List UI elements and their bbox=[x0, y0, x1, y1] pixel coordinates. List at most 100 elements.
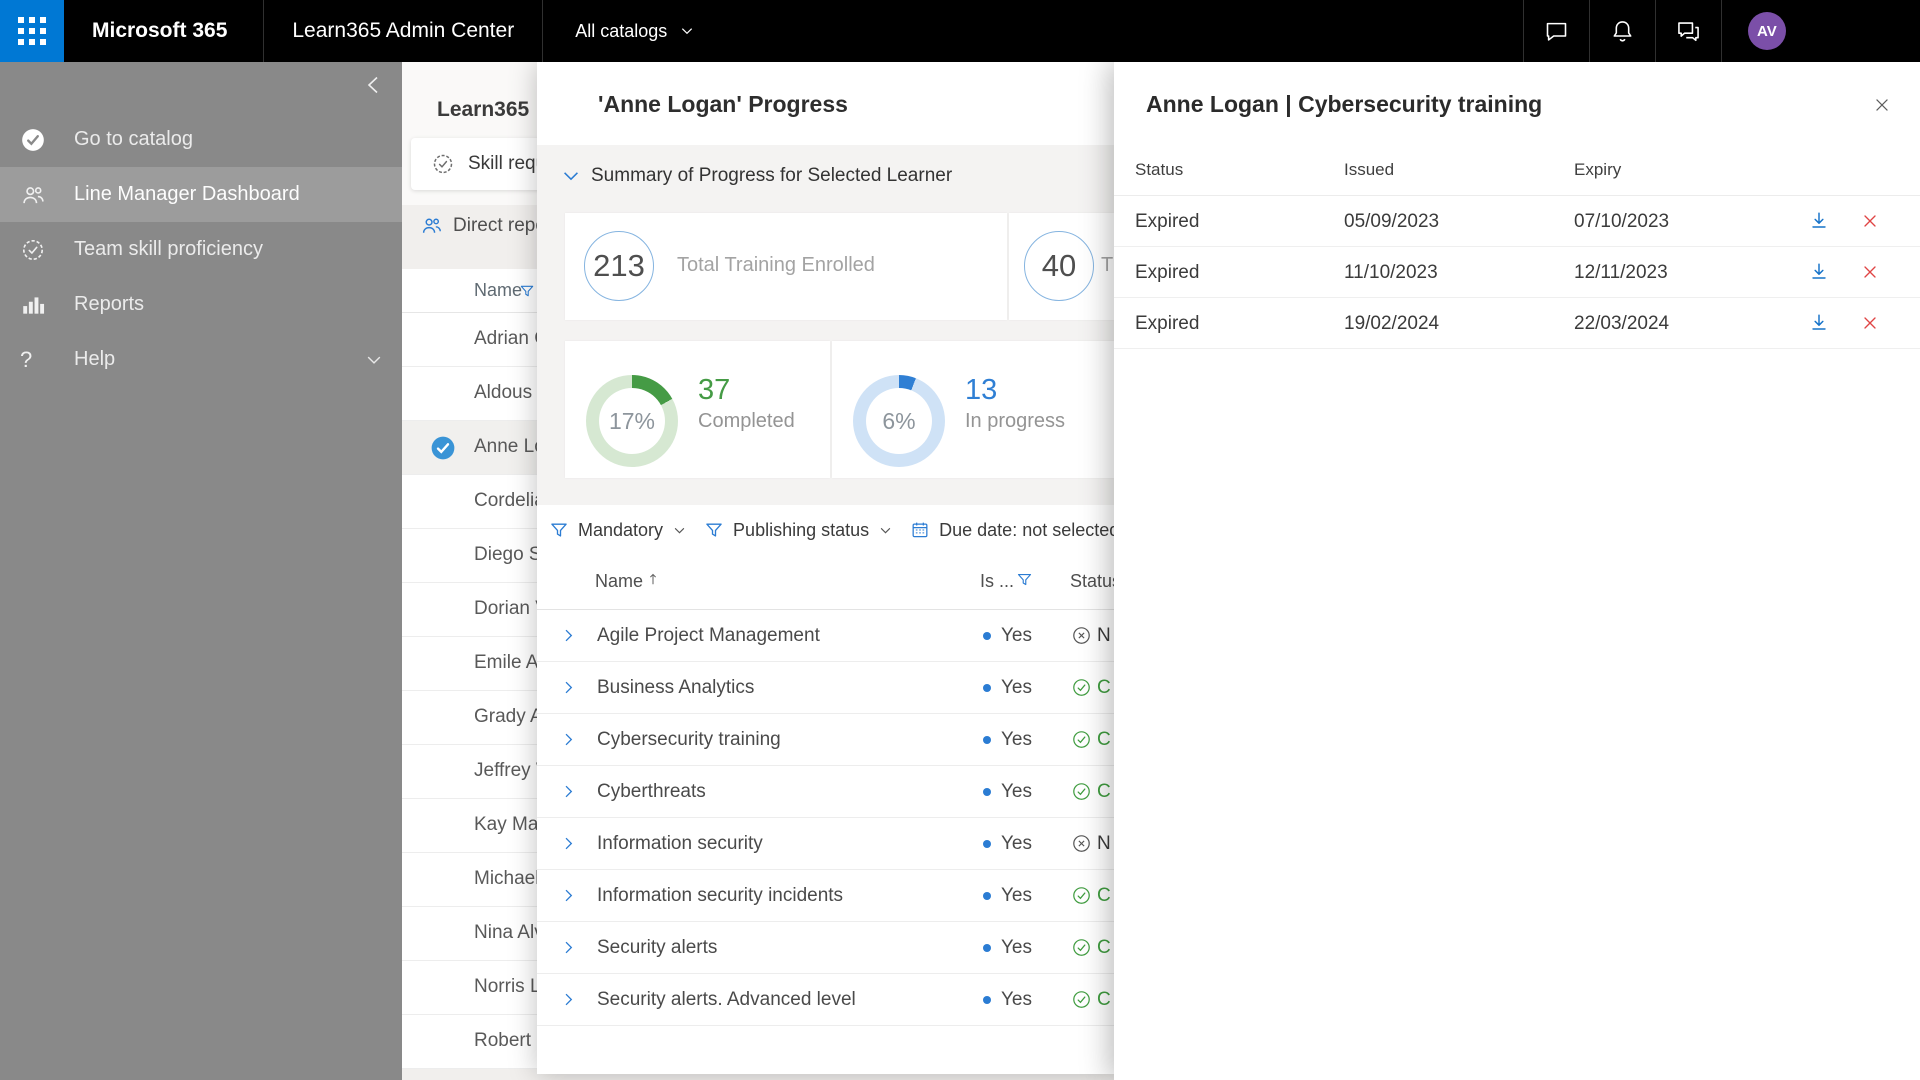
feedback-button[interactable] bbox=[1656, 0, 1721, 62]
status-completed-icon bbox=[1071, 989, 1092, 1010]
status-label: C bbox=[1097, 729, 1111, 750]
course-row[interactable]: Security alerts Yes C bbox=[537, 922, 1114, 974]
sidebar-item-line-manager-dashboard[interactable]: Line Manager Dashboard bbox=[0, 167, 402, 222]
course-row[interactable]: Cybersecurity training Yes C bbox=[537, 714, 1114, 766]
app-launcher-button[interactable] bbox=[0, 0, 64, 62]
person-row[interactable]: Aldous H bbox=[402, 367, 537, 421]
catalog-check-icon bbox=[20, 127, 46, 153]
app-title: Learn365 Admin Center bbox=[292, 19, 515, 42]
person-row[interactable]: Nina Alv bbox=[402, 907, 537, 961]
sidebar-nav: Go to catalog Line Manager Dashboard Team … bbox=[0, 112, 402, 387]
expand-row-icon bbox=[560, 991, 577, 1008]
download-icon bbox=[1808, 261, 1830, 283]
status-completed-icon bbox=[1071, 885, 1092, 906]
download-icon bbox=[1808, 312, 1830, 334]
column-name[interactable]: Name bbox=[595, 571, 643, 592]
delete-x-icon bbox=[1860, 262, 1880, 282]
sidebar-item-help[interactable]: ? Help bbox=[0, 332, 402, 387]
filter-due-date-not-selected[interactable]: Due date: not selected bbox=[910, 520, 1119, 541]
person-row[interactable]: Adrian C bbox=[402, 313, 537, 367]
certificate-detail-flyout: Anne Logan | Cybersecurity training Stat… bbox=[1114, 62, 1920, 1080]
donut-chart: 17% bbox=[586, 375, 678, 467]
course-name: Information security bbox=[597, 833, 763, 854]
messages-button[interactable] bbox=[1524, 0, 1589, 62]
course-name: Cybersecurity training bbox=[597, 729, 781, 750]
delete-certificate-button[interactable] bbox=[1860, 211, 1880, 231]
summary-section-toggle[interactable]: Summary of Progress for Selected Learner bbox=[560, 165, 952, 187]
download-certificate-button[interactable] bbox=[1808, 210, 1830, 232]
person-name: Aldous H bbox=[474, 382, 537, 403]
person-row[interactable]: Robert S bbox=[402, 1015, 537, 1069]
course-row[interactable]: Information security incidents Yes C bbox=[537, 870, 1114, 922]
progress-flyout: 'Anne Logan' Progress Summary of Progres… bbox=[537, 62, 1121, 1074]
person-name: Grady A bbox=[474, 706, 537, 727]
chevron-down-icon bbox=[672, 523, 687, 538]
direct-reports-list: Name Adrian C Aldous H Anne Lo Cordelia Dieg… bbox=[402, 269, 537, 1069]
certificate-status: Expired bbox=[1135, 313, 1200, 334]
sidebar-item-team-skill-proficiency[interactable]: Team skill proficiency bbox=[0, 222, 402, 277]
divider bbox=[542, 0, 544, 62]
course-row[interactable]: Cyberthreats Yes C bbox=[537, 766, 1114, 818]
course-row[interactable]: Security alerts. Advanced level Yes C bbox=[537, 974, 1114, 1026]
summary-section-title: Summary of Progress for Selected Learner bbox=[591, 165, 953, 186]
donut-label: In progress bbox=[965, 410, 1066, 432]
filter-icon[interactable] bbox=[1016, 571, 1033, 588]
progress-panel-title: 'Anne Logan' Progress bbox=[598, 91, 848, 117]
mandatory-dot-icon bbox=[983, 996, 991, 1004]
chat-icon bbox=[1543, 18, 1570, 45]
people-icon bbox=[420, 214, 443, 237]
stat-value: 213 bbox=[584, 231, 654, 301]
person-row[interactable]: Kay Mar bbox=[402, 799, 537, 853]
course-row[interactable]: Business Analytics Yes C bbox=[537, 662, 1114, 714]
delete-certificate-button[interactable] bbox=[1860, 313, 1880, 333]
person-row[interactable]: Emile Aj bbox=[402, 637, 537, 691]
stat-card-second: 40 T bbox=[1009, 213, 1114, 320]
close-button[interactable] bbox=[1872, 95, 1892, 115]
person-row[interactable]: Diego Si bbox=[402, 529, 537, 583]
catalog-selector[interactable]: All catalogs bbox=[575, 21, 695, 42]
course-row[interactable]: Information security Yes N bbox=[537, 818, 1114, 870]
certificate-status: Expired bbox=[1135, 262, 1200, 283]
person-row[interactable]: Dorian V bbox=[402, 583, 537, 637]
filter-publishing-status[interactable]: Publishing status bbox=[704, 520, 893, 541]
filter-mandatory[interactable]: Mandatory bbox=[549, 520, 687, 541]
person-row[interactable]: Norris L bbox=[402, 961, 537, 1015]
person-row[interactable]: Cordelia bbox=[402, 475, 537, 529]
funnel-icon bbox=[549, 520, 569, 540]
donut-label: Completed bbox=[698, 410, 795, 432]
sidebar-collapse-button[interactable] bbox=[362, 73, 386, 97]
course-row[interactable]: Agile Project Management Yes N bbox=[537, 610, 1114, 662]
status-label: C bbox=[1097, 885, 1111, 906]
donut-chart: 6% bbox=[853, 375, 945, 467]
sidebar-item-go-to-catalog[interactable]: Go to catalog bbox=[0, 112, 402, 167]
waffle-icon bbox=[18, 17, 46, 45]
certificate-expiry-date: 12/11/2023 bbox=[1574, 262, 1668, 283]
notifications-button[interactable] bbox=[1590, 0, 1655, 62]
account-button[interactable]: AV Adele Vance bbox=[1722, 0, 1920, 62]
mandatory-value: Yes bbox=[1001, 677, 1032, 698]
tab-direct-reports[interactable]: Direct repo bbox=[420, 214, 546, 237]
courses-table-header: Name Is ... Status bbox=[537, 555, 1121, 610]
delete-certificate-button[interactable] bbox=[1860, 262, 1880, 282]
filter-icon[interactable] bbox=[519, 283, 535, 299]
person-name: Kay Mar bbox=[474, 814, 537, 835]
person-name: Nina Alv bbox=[474, 922, 537, 943]
person-row[interactable]: Grady A bbox=[402, 691, 537, 745]
sidebar: Go to catalog Line Manager Dashboard Team … bbox=[0, 62, 402, 1080]
status-label: N bbox=[1097, 833, 1111, 854]
person-row[interactable]: Michael bbox=[402, 853, 537, 907]
column-is-mandatory[interactable]: Is ... bbox=[980, 571, 1014, 592]
person-name: Michael bbox=[474, 868, 537, 889]
account-name: Adele Vance bbox=[1798, 21, 1894, 40]
person-row[interactable]: Anne Lo bbox=[402, 421, 537, 475]
certificate-row: Expired 05/09/2023 07/10/2023 bbox=[1114, 196, 1920, 247]
donut-count: 13 bbox=[965, 374, 998, 406]
download-certificate-button[interactable] bbox=[1808, 261, 1830, 283]
person-row[interactable]: Jeffrey W bbox=[402, 745, 537, 799]
sidebar-item-reports[interactable]: Reports bbox=[0, 277, 402, 332]
sidebar-item-label: Help bbox=[74, 348, 116, 370]
download-certificate-button[interactable] bbox=[1808, 312, 1830, 334]
status-label: C bbox=[1097, 937, 1111, 958]
filter-label: Due date: not selected bbox=[939, 519, 1120, 540]
selected-check-icon bbox=[430, 435, 456, 461]
